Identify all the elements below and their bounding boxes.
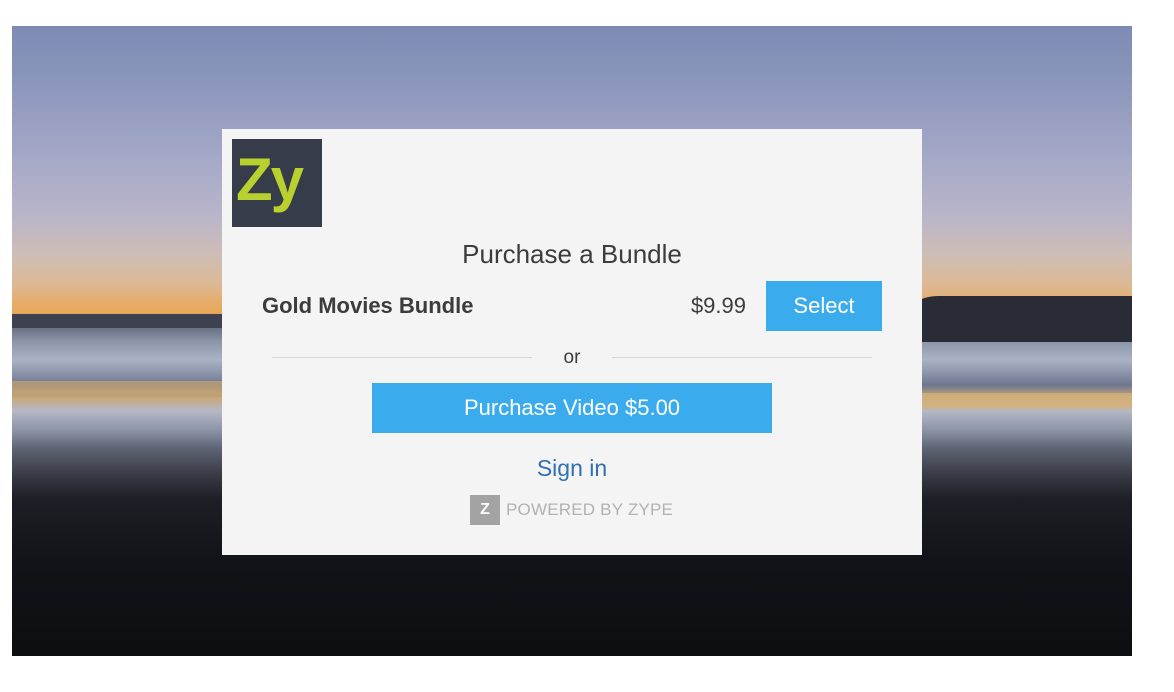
zype-logo-icon: Z [470,495,500,525]
or-separator: or [563,347,581,368]
sign-in-link[interactable]: Sign in [222,455,922,482]
powered-by-zype[interactable]: Z POWERED BY ZYPE [470,495,673,525]
background-water-reflection-right [922,393,1132,409]
background-hill-left [12,314,242,328]
dialog-title: Purchase a Bundle [462,239,682,269]
bundle-price: $9.99 [690,293,746,318]
divider-right [612,357,872,358]
brand-logo-text: Zy [236,146,304,213]
powered-by-label: POWERED BY ZYPE [506,500,674,519]
paywall-dialog: Zy Purchase a Bundle Gold Movies Bundle … [222,129,922,555]
bundle-name: Gold Movies Bundle [262,293,474,318]
background-hill-right [892,296,1132,342]
background-water-reflection-left [12,381,222,395]
purchase-video-button[interactable]: Purchase Video $5.00 [372,383,772,433]
divider-left [272,357,532,358]
brand-logo: Zy [232,139,322,227]
select-bundle-button[interactable]: Select [766,281,882,331]
